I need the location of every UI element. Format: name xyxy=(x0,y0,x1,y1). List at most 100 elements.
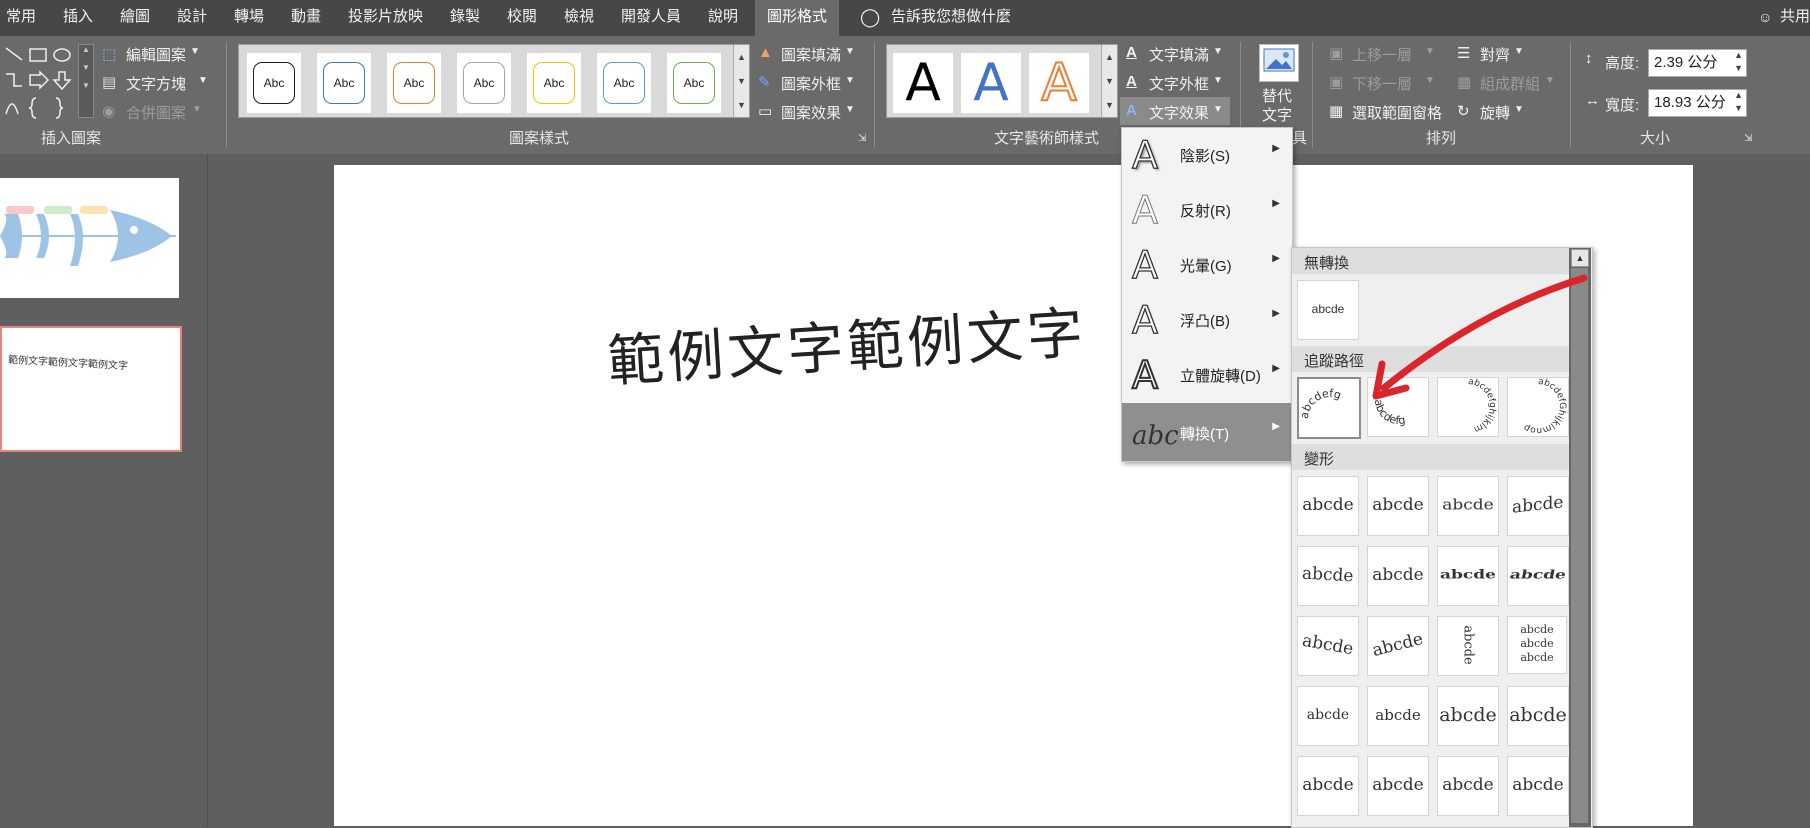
shape-style-swatch[interactable]: Abc xyxy=(667,53,721,113)
warp-option[interactable]: abcde xyxy=(1367,756,1429,816)
transform-none[interactable]: abcde xyxy=(1297,280,1359,340)
alt-text-button-line1[interactable]: 替代 xyxy=(1262,85,1292,106)
share-button[interactable]: 共用 xyxy=(1780,0,1810,36)
tab-slideshow[interactable]: 投影片放映 xyxy=(348,0,423,36)
dialog-launcher-icon[interactable]: ⇲ xyxy=(1744,133,1752,144)
tab-view[interactable]: 檢視 xyxy=(564,0,594,36)
warp-option[interactable]: abcde xyxy=(1367,546,1429,606)
spinner-icon[interactable]: ▲ ▼ xyxy=(1734,89,1743,115)
warp-option[interactable]: abcde xyxy=(1507,546,1569,606)
tab-animations[interactable]: 動畫 xyxy=(291,0,321,36)
warp-option[interactable]: abcde xyxy=(1437,756,1499,816)
width-field[interactable]: 18.93 公分 ▲ ▼ xyxy=(1648,89,1747,117)
warp-option[interactable]: abcde xyxy=(1297,546,1359,606)
shape-style-swatch[interactable]: Abc xyxy=(527,53,581,113)
spinner-icon[interactable]: ▲ ▼ xyxy=(1734,49,1743,75)
transform-arch-up[interactable]: abcdefg xyxy=(1297,377,1361,439)
warp-option[interactable]: abcde xyxy=(1367,616,1429,676)
menu-item-3d-rotation[interactable]: A 立體旋轉(D) ▶ xyxy=(1122,348,1292,402)
warp-option[interactable]: abcde xyxy=(1437,616,1499,676)
text-box-button[interactable]: 文字方塊 xyxy=(126,73,186,94)
warp-option[interactable]: abcde xyxy=(1367,476,1429,536)
tell-me-box[interactable]: 告訴我您想做什麼 xyxy=(891,0,1011,36)
shape-style-swatch[interactable]: Abc xyxy=(457,53,511,113)
bring-forward-button[interactable]: 上移一層 xyxy=(1352,44,1412,65)
slide-thumbnail-1[interactable] xyxy=(0,178,179,298)
chevron-down-icon: ▼ xyxy=(1425,75,1435,86)
tab-design[interactable]: 設計 xyxy=(177,0,207,36)
tab-draw[interactable]: 繪圖 xyxy=(120,0,150,36)
warp-option[interactable]: abcde xyxy=(1507,476,1569,536)
width-icon: ↔ xyxy=(1585,92,1600,109)
pencil-icon: ✎ xyxy=(758,74,771,91)
tab-help[interactable]: 說明 xyxy=(708,0,738,36)
tab-developer[interactable]: 開發人員 xyxy=(621,0,681,36)
lightbulb-icon: ◯ xyxy=(860,7,881,27)
wordart-gallery[interactable]: A A A ▲ ▼ ▼ xyxy=(886,44,1118,118)
glow-icon: A xyxy=(1131,243,1158,287)
shape-effects-button[interactable]: 圖案效果 xyxy=(781,102,841,123)
wordart-blue[interactable]: A xyxy=(961,53,1021,113)
send-backward-button[interactable]: 下移一層 xyxy=(1352,73,1412,94)
warp-option[interactable]: abcde xyxy=(1437,476,1499,536)
shape-style-swatch[interactable]: Abc xyxy=(317,53,371,113)
text-effects-menu: A 陰影(S) ▶ A 反射(R) ▶ A 光暈(G) ▶ A 浮凸(B) ▶ … xyxy=(1121,127,1293,462)
chevron-down-icon: ▼ xyxy=(198,75,208,86)
menu-item-bevel[interactable]: A 浮凸(B) ▶ xyxy=(1122,293,1292,347)
menu-item-glow[interactable]: A 光暈(G) ▶ xyxy=(1122,238,1292,292)
rotate-button[interactable]: 旋轉 xyxy=(1480,102,1510,123)
text-effects-icon: A xyxy=(1126,102,1137,119)
selection-pane-button[interactable]: 選取範圍窗格 xyxy=(1352,102,1442,123)
group-divider xyxy=(226,42,227,148)
gallery-scroll[interactable]: ▲ ▼ ▼ xyxy=(1101,45,1117,117)
dialog-launcher-icon[interactable]: ⇲ xyxy=(858,133,866,144)
menu-item-reflection[interactable]: A 反射(R) ▶ xyxy=(1122,183,1292,237)
warp-option[interactable]: abcde xyxy=(1437,546,1499,606)
arrange-group-label: 排列 xyxy=(1426,130,1457,147)
tab-shape-format[interactable]: 圖形格式 xyxy=(755,0,840,36)
shape-fill-button[interactable]: 圖案填滿 xyxy=(781,44,841,65)
align-button[interactable]: 對齊 xyxy=(1480,44,1510,65)
edit-shape-button[interactable]: 編輯圖案 xyxy=(126,44,186,65)
wordart-text-box[interactable]: 範例文字範例文字 xyxy=(605,288,1089,398)
warp-option[interactable]: abcde xyxy=(1367,686,1429,746)
gallery-scroll[interactable]: ▲ ▼ ▼ xyxy=(733,45,749,117)
warp-option[interactable]: abcde xyxy=(1297,616,1359,676)
shapes-gallery[interactable] xyxy=(4,44,84,120)
merge-shapes-icon: ◉ xyxy=(102,103,116,120)
svg-text:abcdefg: abcdefg xyxy=(1300,387,1343,420)
chevron-down-icon: ▼ xyxy=(845,46,855,57)
tab-review[interactable]: 校閱 xyxy=(507,0,537,36)
warp-option[interactable]: abcde xyxy=(1297,756,1359,816)
warp-option[interactable]: abcde abcde abcde xyxy=(1507,616,1567,674)
menu-item-shadow[interactable]: A 陰影(S) ▶ xyxy=(1122,128,1292,182)
text-fill-button[interactable]: 文字填滿 xyxy=(1149,44,1209,65)
shape-style-swatch[interactable]: Abc xyxy=(387,53,441,113)
tab-home[interactable]: 常用 xyxy=(6,0,36,36)
tab-transitions[interactable]: 轉場 xyxy=(234,0,264,36)
text-outline-button[interactable]: 文字外框 xyxy=(1149,73,1209,94)
shape-style-swatch[interactable]: Abc xyxy=(247,53,301,113)
wordart-black[interactable]: A xyxy=(893,53,953,113)
alt-text-button-line2[interactable]: 文字 xyxy=(1262,104,1292,125)
insert-shapes-group-label: 插入圖案 xyxy=(41,130,102,147)
shape-styles-gallery[interactable]: Abc Abc Abc Abc Abc Abc Abc ▲ ▼ ▼ xyxy=(238,44,750,118)
shape-style-swatch[interactable]: Abc xyxy=(597,53,651,113)
shape-outline-button[interactable]: 圖案外框 xyxy=(781,73,841,94)
wordart-orange[interactable]: A xyxy=(1029,52,1089,114)
shape-effects-icon: ▭ xyxy=(758,103,773,120)
warp-option[interactable]: abcde xyxy=(1437,686,1499,746)
group-button[interactable]: 組成群組 xyxy=(1480,73,1540,94)
shapes-gallery-scroll[interactable]: ▲ ▼ ▼ xyxy=(78,44,94,118)
menu-item-transform[interactable]: abc 轉換(T) ▶ xyxy=(1122,403,1292,461)
height-field[interactable]: 2.39 公分 ▲ ▼ xyxy=(1648,49,1747,77)
warp-option[interactable]: abcde xyxy=(1507,686,1569,746)
warp-option[interactable]: abcde xyxy=(1297,476,1359,536)
text-effects-button[interactable]: 文字效果 xyxy=(1149,102,1209,123)
warp-option[interactable]: abcde xyxy=(1297,686,1359,746)
tab-insert[interactable]: 插入 xyxy=(63,0,93,36)
slide-thumbnail-2-selected[interactable]: 範例文字範例文字範例文字 xyxy=(0,326,182,452)
warp-option[interactable]: abcde xyxy=(1507,756,1569,816)
tab-record[interactable]: 錄製 xyxy=(450,0,480,36)
merge-shapes-button[interactable]: 合併圖案 xyxy=(126,102,186,123)
